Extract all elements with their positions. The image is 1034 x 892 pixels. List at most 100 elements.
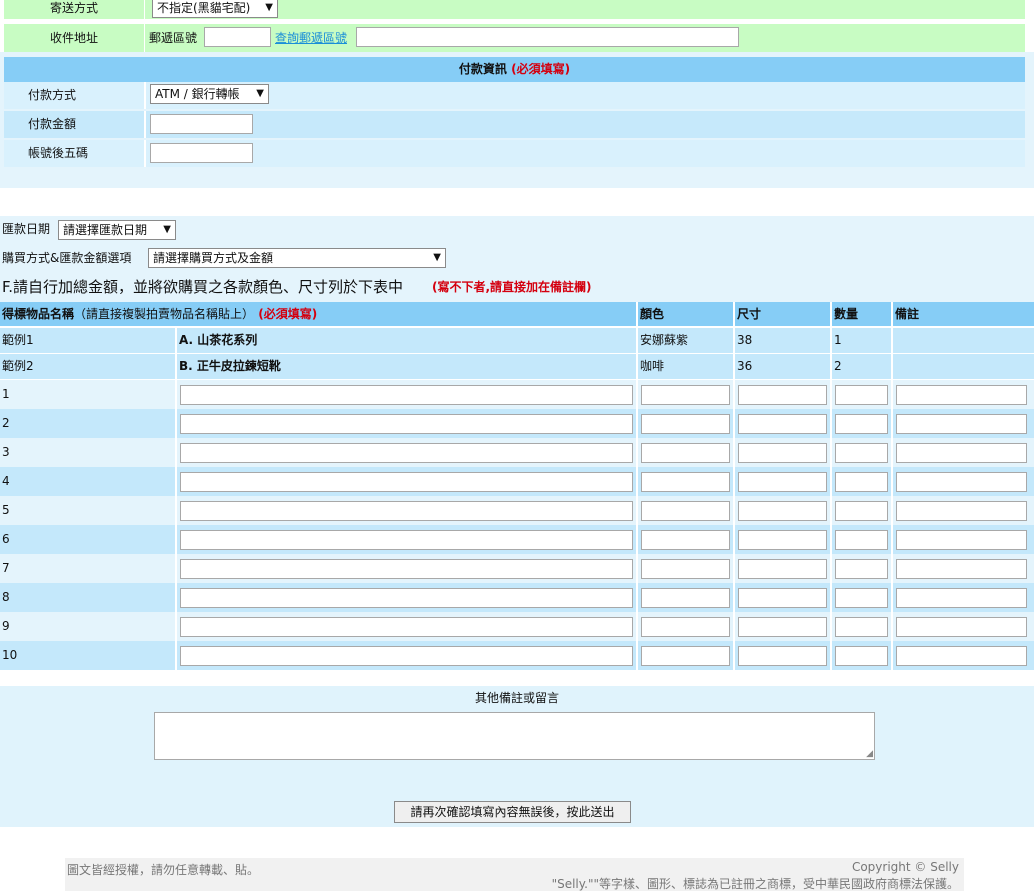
purchase-option-select[interactable]: 請選擇購買方式及金額 ▼ [148, 248, 446, 268]
zip-lookup-link[interactable]: 查詢郵遞區號 [275, 24, 347, 52]
item-input[interactable] [180, 530, 633, 550]
color-input[interactable] [641, 588, 730, 608]
color-input[interactable] [641, 617, 730, 637]
row-number: 5 [0, 496, 175, 525]
remark-input[interactable] [896, 530, 1027, 550]
address-input[interactable] [356, 27, 739, 47]
example-item: B. 正牛皮拉鍊短靴 [177, 354, 636, 379]
table-row: 範例2 B. 正牛皮拉鍊短靴 咖啡 36 2 [0, 354, 1034, 379]
qty-input[interactable] [835, 501, 888, 521]
shipping-method-select[interactable]: 不指定(黑貓宅配) ▼ [152, 0, 278, 18]
size-input[interactable] [738, 443, 827, 463]
color-cell [638, 409, 733, 438]
color-input[interactable] [641, 414, 730, 434]
zip-input[interactable] [204, 27, 271, 47]
payment-section-header: 付款資訊 (必須填寫) [4, 57, 1025, 82]
color-cell [638, 641, 733, 670]
example-color: 安娜蘇紫 [638, 328, 733, 353]
item-cell [177, 467, 636, 496]
size-input[interactable] [738, 588, 827, 608]
qty-input[interactable] [835, 646, 888, 666]
payment-amount-input[interactable] [150, 114, 253, 134]
size-input[interactable] [738, 617, 827, 637]
item-cell [177, 612, 636, 641]
qty-input[interactable] [835, 588, 888, 608]
item-input[interactable] [180, 501, 633, 521]
qty-input[interactable] [835, 443, 888, 463]
qty-input[interactable] [835, 530, 888, 550]
size-input[interactable] [738, 414, 827, 434]
table-row: 4 [0, 467, 1034, 496]
item-cell [177, 438, 636, 467]
notes-textarea[interactable]: ◢ [154, 712, 875, 760]
qty-input[interactable] [835, 414, 888, 434]
remark-input[interactable] [896, 443, 1027, 463]
remark-input[interactable] [896, 414, 1027, 434]
qty-input[interactable] [835, 617, 888, 637]
payment-amount-label: 付款金額 [28, 117, 77, 131]
row-label: 範例1 [0, 328, 175, 353]
size-input[interactable] [738, 646, 827, 666]
size-input[interactable] [738, 559, 827, 579]
row-number: 3 [0, 438, 175, 467]
remark-input[interactable] [896, 646, 1027, 666]
remark-input[interactable] [896, 588, 1027, 608]
size-input[interactable] [738, 530, 827, 550]
chevron-down-icon: ▼ [163, 224, 171, 235]
example-color: 咖啡 [638, 354, 733, 379]
account-digits-input[interactable] [150, 143, 253, 163]
remit-date-select[interactable]: 請選擇匯款日期 ▼ [58, 220, 176, 240]
size-input[interactable] [738, 385, 827, 405]
color-cell [638, 583, 733, 612]
table-row: 1 [0, 380, 1034, 409]
resize-handle-icon[interactable]: ◢ [866, 749, 873, 759]
qty-input[interactable] [835, 559, 888, 579]
color-input[interactable] [641, 443, 730, 463]
color-input[interactable] [641, 559, 730, 579]
remark-input[interactable] [896, 385, 1027, 405]
item-input[interactable] [180, 559, 633, 579]
payment-amount-row: 付款金額 [4, 111, 1025, 138]
qty-input[interactable] [835, 385, 888, 405]
qty-input[interactable] [835, 472, 888, 492]
table-row: 10 [0, 641, 1034, 670]
qty-cell [832, 612, 891, 641]
remark-input[interactable] [896, 472, 1027, 492]
size-cell [735, 525, 830, 554]
table-row: 9 [0, 612, 1034, 641]
item-input[interactable] [180, 414, 633, 434]
size-input[interactable] [738, 472, 827, 492]
row-number: 2 [0, 409, 175, 438]
payment-section: 付款資訊 (必須填寫) 付款方式 ATM / 銀行轉帳 ▼ 付款金額 帳號後五碼 [0, 52, 1034, 188]
size-input[interactable] [738, 501, 827, 521]
qty-cell [832, 583, 891, 612]
item-input[interactable] [180, 385, 633, 405]
payment-method-select[interactable]: ATM / 銀行轉帳 ▼ [150, 84, 269, 104]
item-input[interactable] [180, 617, 633, 637]
table-row: 範例1 A. 山茶花系列 安娜蘇紫 38 1 [0, 328, 1034, 353]
color-input[interactable] [641, 385, 730, 405]
header-qty: 數量 [832, 302, 891, 326]
remark-input[interactable] [896, 559, 1027, 579]
item-input[interactable] [180, 646, 633, 666]
payment-method-label: 付款方式 [28, 88, 77, 102]
qty-cell [832, 496, 891, 525]
color-input[interactable] [641, 530, 730, 550]
item-input[interactable] [180, 588, 633, 608]
chevron-down-icon: ▼ [433, 252, 441, 263]
footer-copyright: Copyright © Selly [851, 860, 959, 874]
remark-input[interactable] [896, 617, 1027, 637]
item-cell [177, 554, 636, 583]
item-input[interactable] [180, 472, 633, 492]
item-cell [177, 380, 636, 409]
color-input[interactable] [641, 501, 730, 521]
submit-button[interactable]: 請再次確認填寫內容無誤後，按此送出 [394, 801, 631, 823]
remark-input[interactable] [896, 501, 1027, 521]
color-input[interactable] [641, 646, 730, 666]
item-input[interactable] [180, 443, 633, 463]
color-input[interactable] [641, 472, 730, 492]
chevron-down-icon: ▼ [256, 88, 264, 99]
footer-trademark: "Selly.""等字樣、圖形、標誌為已註冊之商標，受中華民國政府商標法保護。 [551, 877, 959, 891]
table-row: 6 [0, 525, 1034, 554]
qty-cell [832, 467, 891, 496]
